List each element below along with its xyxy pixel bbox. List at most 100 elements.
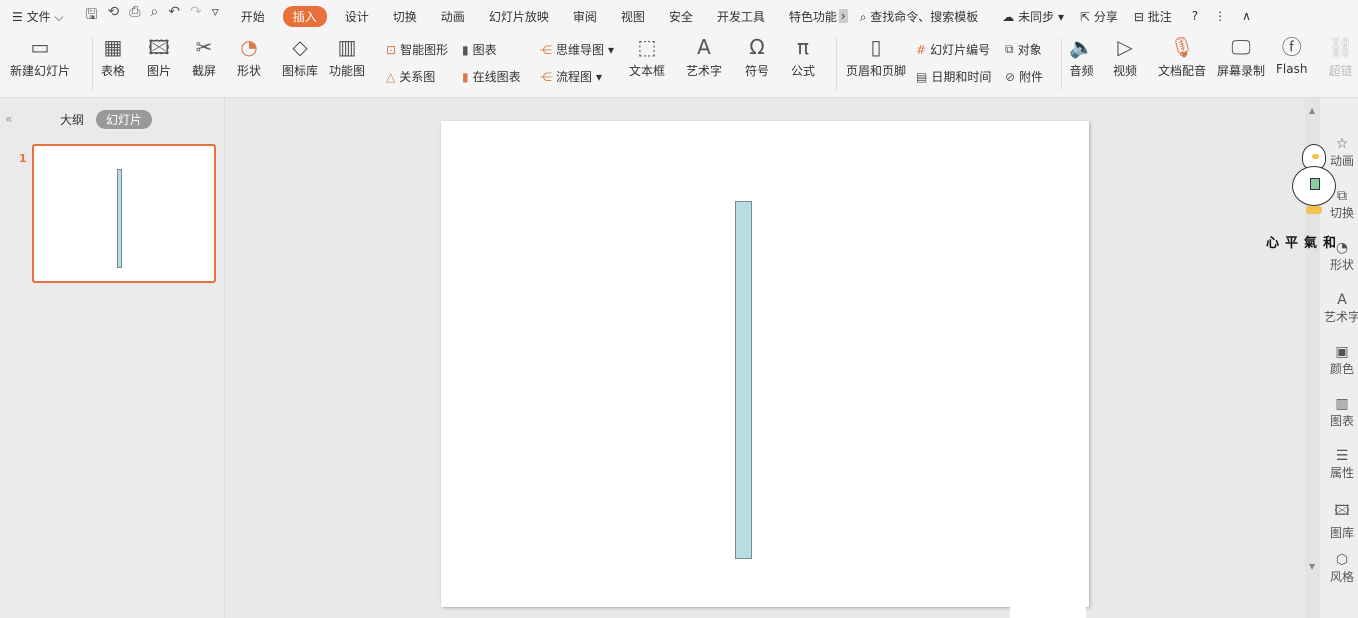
more-options-icon[interactable]: ⋮ xyxy=(1206,9,1234,23)
help-icon[interactable]: ? xyxy=(1184,9,1206,23)
object-icon: ⧉ xyxy=(1005,42,1014,56)
paperclip-icon: ⊘ xyxy=(1005,69,1016,84)
outline-tab[interactable]: 大纲 xyxy=(60,111,84,128)
textbox-button[interactable]: ⬚ 文本框 xyxy=(629,32,665,79)
divider xyxy=(92,38,93,90)
icon-library-button[interactable]: ◇ 图标库 xyxy=(282,32,318,79)
tab-review[interactable]: 审阅 xyxy=(561,8,609,25)
object-button[interactable]: ⧉ 对象 xyxy=(1005,41,1042,58)
tab-animation[interactable]: 动画 xyxy=(429,8,477,25)
thumbnail-rectangle xyxy=(117,169,122,268)
header-footer-button[interactable]: ▯ 页眉和页脚 xyxy=(846,32,906,79)
chart-label: 图表 xyxy=(472,43,497,57)
sidebar-word-art[interactable]: A 艺术字 xyxy=(1322,292,1358,325)
attachment-label: 附件 xyxy=(1019,70,1044,84)
slide-number-button[interactable]: # 幻灯片编号 xyxy=(916,41,990,58)
omega-icon: Ω xyxy=(749,35,765,59)
flow-chart-button[interactable]: ⋲ 流程图 ▾ xyxy=(540,68,602,85)
word-art-button[interactable]: A 艺术字 xyxy=(686,32,722,79)
header-footer-label: 页眉和页脚 xyxy=(846,64,907,78)
symbol-button[interactable]: Ω 符号 xyxy=(745,32,769,79)
new-slide-label: 新建幻灯片 xyxy=(10,64,71,78)
collapse-ribbon-icon[interactable]: ∧ xyxy=(1234,9,1259,23)
tab-design[interactable]: 设计 xyxy=(333,8,381,25)
rectangle-shape[interactable] xyxy=(735,201,752,559)
undo-icon[interactable]: ↶ xyxy=(168,4,180,28)
new-slide-button[interactable]: ▭ 新建幻灯片 xyxy=(10,32,70,79)
sidebar-style[interactable]: ⬡ 风格 xyxy=(1322,552,1358,585)
render-artifact xyxy=(1010,548,1086,618)
slide-thumbnail[interactable] xyxy=(32,144,216,283)
redo-icon[interactable]: ↷ xyxy=(190,4,202,28)
preview-icon[interactable]: ⌕ xyxy=(150,4,158,28)
collapse-panel-icon[interactable]: « xyxy=(5,112,12,126)
sidebar-gallery[interactable]: 🖾 图库 xyxy=(1322,500,1358,541)
new-slide-icon: ▭ xyxy=(30,35,50,59)
picture-label: 图片 xyxy=(147,64,172,78)
sidebar-label: 图表 xyxy=(1329,414,1354,428)
share-button[interactable]: ⇱ 分享 xyxy=(1076,8,1122,25)
formula-button[interactable]: π 公式 xyxy=(791,32,815,79)
word-art-icon: A xyxy=(697,35,711,59)
search-command[interactable]: ⌕ 查找命令、搜索模板 xyxy=(848,8,991,25)
tab-insert[interactable]: 插入 xyxy=(282,5,327,27)
mind-map-icon: ⋲ xyxy=(540,42,552,57)
monitor-icon: 🖵 xyxy=(1231,35,1251,59)
mind-map-button[interactable]: ⋲ 思维导图 ▾ xyxy=(540,41,614,58)
relation-button[interactable]: △ 关系图 xyxy=(386,68,435,85)
tab-view[interactable]: 视图 xyxy=(609,8,657,25)
comment-button[interactable]: ⊟ 批注 xyxy=(1122,8,1184,25)
flow-chart-icon: ⋲ xyxy=(540,69,552,84)
hyperlink-label: 超链 xyxy=(1328,64,1353,78)
shape-button[interactable]: ◔ 形状 xyxy=(237,32,261,79)
sidebar-properties[interactable]: ☰ 属性 xyxy=(1322,448,1358,481)
format-painter-icon[interactable]: ⟲ xyxy=(107,4,119,28)
audio-label: 音频 xyxy=(1069,64,1094,78)
shape-label: 形状 xyxy=(237,64,262,78)
sync-label: 未同步 xyxy=(1018,9,1055,24)
screenshot-button[interactable]: ✂ 截屏 xyxy=(192,32,216,79)
flash-button[interactable]: ⓕ Flash xyxy=(1276,32,1307,76)
screen-record-button[interactable]: 🖵 屏幕录制 xyxy=(1217,32,1265,79)
sidebar-label: 艺术字 xyxy=(1323,310,1358,324)
tab-security[interactable]: 安全 xyxy=(657,8,705,25)
divider xyxy=(1061,38,1062,90)
attachment-button[interactable]: ⊘ 附件 xyxy=(1005,68,1043,85)
duck-sticker xyxy=(1288,144,1344,232)
hyperlink-button[interactable]: ⛓ 超链 xyxy=(1328,32,1353,79)
smart-art-button[interactable]: ⊡ 智能图形 xyxy=(386,41,448,58)
flash-icon: ⓕ xyxy=(1281,35,1302,59)
relation-label: 关系图 xyxy=(399,70,436,84)
hexagon-icon: ⬡ xyxy=(1335,552,1349,568)
more-icon[interactable]: ▿ xyxy=(212,4,219,28)
sidebar-chart[interactable]: ▥ 图表 xyxy=(1322,396,1358,429)
online-chart-label: 在线图表 xyxy=(472,70,521,84)
date-time-button[interactable]: ▤ 日期和时间 xyxy=(916,68,991,85)
scroll-up-icon[interactable]: ▲ xyxy=(1309,106,1315,115)
picture-button[interactable]: 🖾 图片 xyxy=(147,32,171,79)
video-button[interactable]: ▷ 视频 xyxy=(1113,32,1137,79)
save-icon[interactable]: 🖫 xyxy=(86,4,98,28)
tabs-scroll-right[interactable]: › xyxy=(838,9,848,23)
print-icon[interactable]: ⎙ xyxy=(129,4,140,28)
pi-icon: π xyxy=(796,35,810,59)
audio-button[interactable]: 🔈 音频 xyxy=(1069,32,1094,79)
tab-transition[interactable]: 切换 xyxy=(381,8,429,25)
function-chart-button[interactable]: ▥ 功能图 xyxy=(329,32,365,79)
sync-button[interactable]: ☁ 未同步 ▾ xyxy=(990,8,1076,25)
tab-developer[interactable]: 开发工具 xyxy=(705,8,777,25)
chart-button[interactable]: ▮ 图表 xyxy=(462,41,497,58)
scroll-down-icon[interactable]: ▼ xyxy=(1309,562,1315,571)
online-chart-button[interactable]: ▮ 在线图表 xyxy=(462,68,521,85)
tab-start[interactable]: 开始 xyxy=(229,8,277,25)
sidebar-color[interactable]: ▣ 颜色 xyxy=(1322,344,1358,377)
slide-canvas[interactable] xyxy=(441,121,1089,607)
table-button[interactable]: ▦ 表格 xyxy=(101,32,125,79)
slide-number-icon: # xyxy=(916,42,927,57)
slides-tab[interactable]: 幻灯片 xyxy=(96,110,153,129)
slide-number: 1 xyxy=(19,152,27,165)
tab-slideshow[interactable]: 幻灯片放映 xyxy=(477,8,561,25)
doc-voice-button[interactable]: 🎙 文档配音 xyxy=(1158,32,1206,79)
tab-features[interactable]: 特色功能 xyxy=(777,8,839,25)
file-menu[interactable]: ☰ 文件 ⌵ xyxy=(0,8,76,25)
